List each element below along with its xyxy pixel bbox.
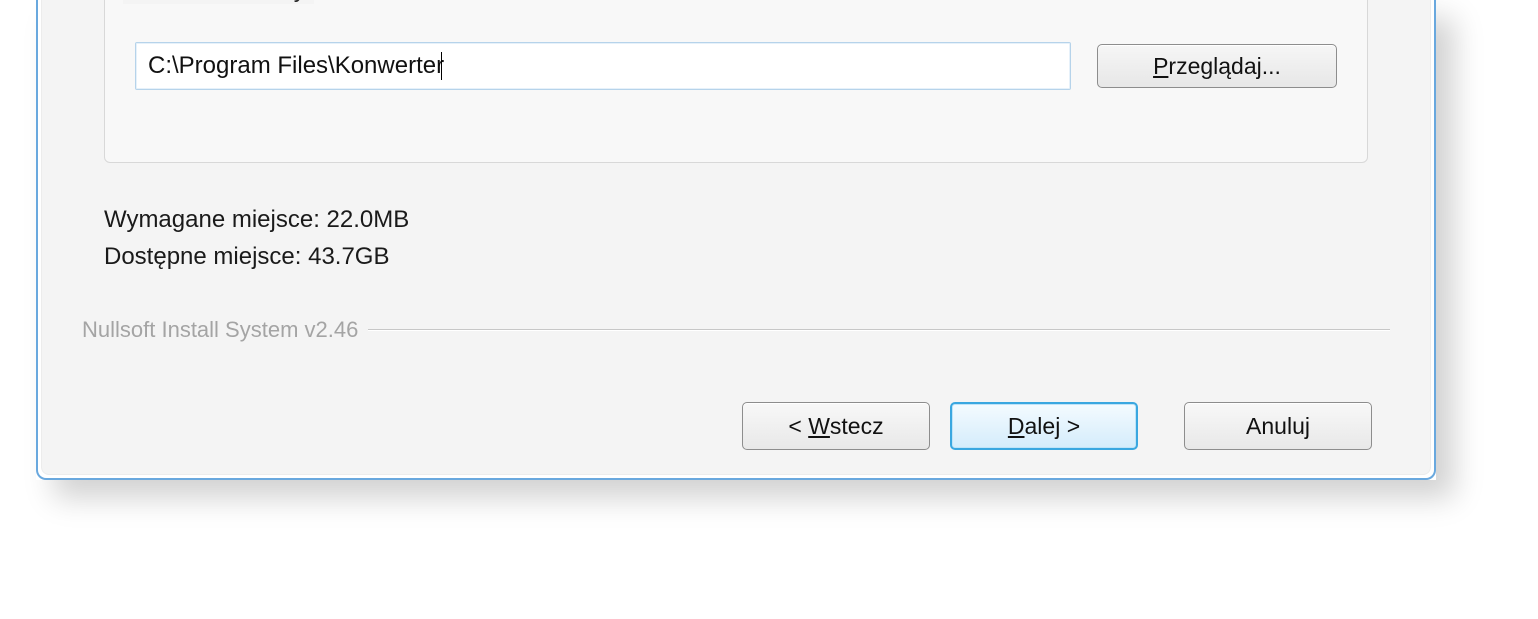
back-button[interactable]: < Wstecz (742, 402, 930, 450)
space-info: Wymagane miejsce: 22.0MB Dostępne miejsc… (104, 201, 1368, 275)
wizard-buttons: < Wstecz Dalej > Anuluj (742, 402, 1372, 450)
destination-folder-legend: Folder docelowy (123, 0, 314, 4)
destination-path-input[interactable]: C:\Program Files\Konwerter (135, 42, 1071, 90)
installer-divider: Nullsoft Install System v2.46 (82, 317, 1390, 343)
destination-path-value: C:\Program Files\Konwerter (148, 52, 444, 79)
available-space-label: Dostępne miejsce: (104, 243, 308, 270)
available-space-row: Dostępne miejsce: 43.7GB (104, 238, 1368, 275)
dialog-body: Folder docelowy C:\Program Files\Konwert… (41, 0, 1431, 475)
divider-line (368, 329, 1390, 331)
installer-version-label: Nullsoft Install System v2.46 (82, 317, 358, 343)
text-caret (441, 52, 442, 80)
required-space-value: 22.0MB (327, 206, 410, 233)
available-space-value: 43.7GB (308, 243, 389, 270)
cancel-button[interactable]: Anuluj (1184, 402, 1372, 450)
browse-button[interactable]: Przeglądaj... (1097, 44, 1337, 88)
destination-folder-group: Folder docelowy C:\Program Files\Konwert… (104, 0, 1368, 163)
next-button[interactable]: Dalej > (950, 402, 1138, 450)
required-space-label: Wymagane miejsce: (104, 206, 327, 233)
required-space-row: Wymagane miejsce: 22.0MB (104, 201, 1368, 238)
installer-dialog: Folder docelowy C:\Program Files\Konwert… (36, 0, 1436, 480)
